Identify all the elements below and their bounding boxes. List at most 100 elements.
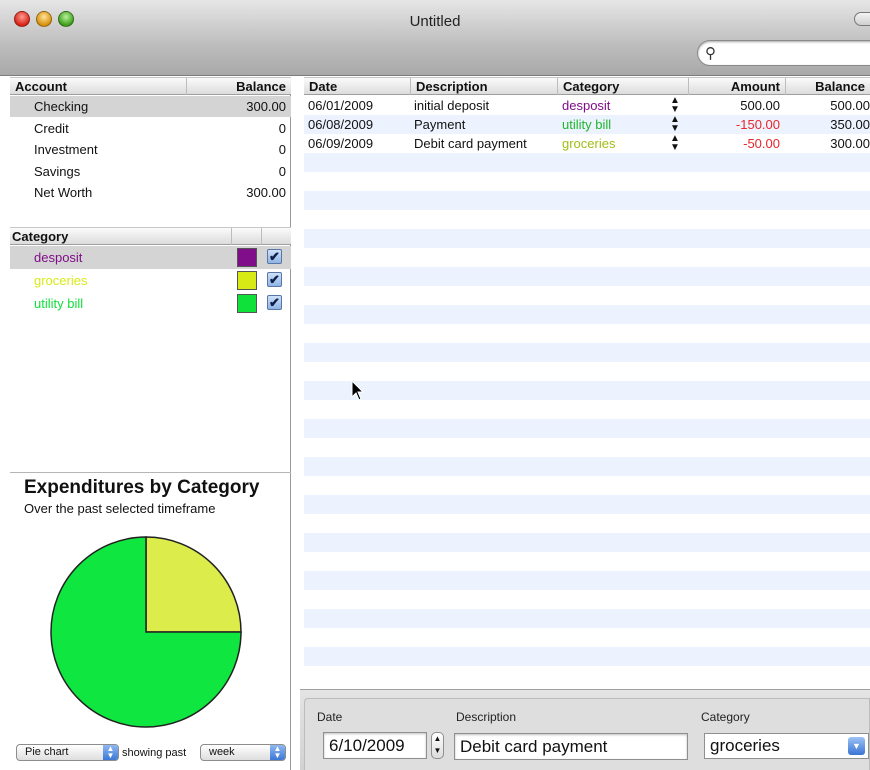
category-stepper-icon[interactable]: ▲ ▼ <box>670 134 680 153</box>
date-column-header[interactable]: Date <box>304 78 411 95</box>
row-balance: 300.00 <box>830 136 870 151</box>
showing-past-label: showing past <box>122 747 187 759</box>
balance-column-header[interactable]: Balance <box>187 78 291 95</box>
ledger-header: Date Description Category Amount Balance <box>304 77 870 95</box>
category-visible-checkbox[interactable]: ✔ <box>267 295 282 310</box>
row-description: initial deposit <box>414 98 490 113</box>
table-row-background <box>304 248 870 267</box>
table-row-background <box>304 191 870 210</box>
category-visible-checkbox[interactable]: ✔ <box>267 249 282 264</box>
window-titlebar: Untitled ⚲ <box>0 0 870 76</box>
toolbar-toggle-button[interactable] <box>854 12 870 26</box>
row-date: 06/09/2009 <box>308 136 374 151</box>
table-row-background <box>304 457 870 476</box>
row-description: Payment <box>414 117 466 132</box>
period-popup[interactable]: week ▲ ▼ <box>200 744 286 761</box>
account-balance: 300.00 <box>246 185 286 200</box>
account-name: Net Worth <box>34 185 93 200</box>
account-table-header: Account Balance <box>10 77 291 95</box>
search-icon: ⚲ <box>705 45 716 62</box>
category-row-desposit[interactable]: desposit ✔ <box>10 246 291 269</box>
account-balance: 0 <box>278 121 286 136</box>
search-field[interactable]: ⚲ <box>697 40 870 66</box>
chart-divider <box>10 472 291 473</box>
category-select[interactable]: groceries ▼ <box>704 733 869 759</box>
table-row-background <box>304 229 870 248</box>
account-balance: 0 <box>278 164 286 179</box>
category-name: groceries <box>34 273 88 288</box>
table-row-background <box>304 305 870 324</box>
new-transaction-bar: Date 6/10/2009 ▲ ▼ Description Debit card… <box>300 689 870 770</box>
account-row-investment[interactable]: Investment 0 <box>10 139 291 160</box>
category-color-swatch[interactable] <box>237 271 257 290</box>
description-column-header[interactable]: Description <box>411 78 558 95</box>
description-field[interactable]: Debit card payment <box>454 733 688 760</box>
ledger-row[interactable]: 06/08/2009 Payment utility bill ▲ ▼ -150.… <box>304 115 870 134</box>
table-row-background <box>304 590 870 609</box>
ledger-rows-area[interactable] <box>304 96 870 686</box>
account-name: Savings <box>34 164 81 179</box>
category-row-groceries[interactable]: groceries ✔ <box>10 269 291 292</box>
account-row-savings[interactable]: Savings 0 <box>10 161 291 182</box>
account-column-header[interactable]: Account <box>10 78 187 95</box>
expenditure-pie-chart <box>46 532 246 732</box>
chart-type-popup[interactable]: Pie chart ▲ ▼ <box>16 744 119 761</box>
ledger-table: Date Description Category Amount Balance… <box>300 77 870 770</box>
pie-slice-groceries <box>145 536 242 633</box>
account-name: Investment <box>34 142 98 157</box>
table-row-background <box>304 362 870 381</box>
period-label: week <box>209 746 235 758</box>
category-label: Category <box>701 710 750 724</box>
date-label: Date <box>317 710 343 724</box>
row-amount: -50.00 <box>743 136 780 151</box>
color-column-header[interactable] <box>232 228 262 245</box>
account-row-credit[interactable]: Credit 0 <box>10 118 291 139</box>
search-input[interactable] <box>724 44 870 62</box>
chart-type-label: Pie chart <box>25 746 69 758</box>
popup-arrows-icon: ▲ ▼ <box>270 745 285 760</box>
balance-column-header[interactable]: Balance <box>786 78 870 95</box>
category-table-header: Category <box>10 227 291 245</box>
category-visible-checkbox[interactable]: ✔ <box>267 272 282 287</box>
chart-title: Expenditures by Category <box>24 477 260 498</box>
category-column-header[interactable]: Category <box>558 78 689 95</box>
amount-column-header[interactable]: Amount <box>689 78 786 95</box>
chart-controls: Pie chart ▲ ▼ showing past week ▲ ▼ <box>10 744 291 770</box>
table-row-background <box>304 647 870 666</box>
row-description: Debit card payment <box>414 136 527 151</box>
description-label: Description <box>456 710 517 724</box>
table-row-background <box>304 666 870 685</box>
table-row-background <box>304 267 870 286</box>
sidebar: Account Balance Checking 300.00 Credit 0… <box>10 77 291 770</box>
ledger-row[interactable]: 06/01/2009 initial deposit desposit ▲ ▼ 5… <box>304 96 870 115</box>
date-field[interactable]: 6/10/2009 <box>323 732 427 759</box>
row-category: desposit <box>562 98 611 113</box>
table-row-background <box>304 419 870 438</box>
category-color-swatch[interactable] <box>237 294 257 313</box>
category-stepper-icon[interactable]: ▲ ▼ <box>670 115 680 134</box>
category-stepper-icon[interactable]: ▲ ▼ <box>670 96 680 115</box>
window-title: Untitled <box>409 13 461 30</box>
date-stepper[interactable]: ▲ ▼ <box>431 732 444 759</box>
category-color-swatch[interactable] <box>237 248 257 267</box>
category-select-value: groceries <box>710 736 780 755</box>
category-row-utility-bill[interactable]: utility bill ✔ <box>10 292 291 315</box>
row-date: 06/08/2009 <box>308 117 374 132</box>
table-row-background <box>304 286 870 305</box>
account-row-checking[interactable]: Checking 300.00 <box>10 96 291 117</box>
row-category: groceries <box>562 136 616 151</box>
account-row-net-worth[interactable]: Net Worth 300.00 <box>10 182 291 203</box>
table-row-background <box>304 514 870 533</box>
category-column-header[interactable]: Category <box>10 228 232 245</box>
ledger-row[interactable]: 06/09/2009 Debit card payment groceries … <box>304 134 870 153</box>
table-row-background <box>304 400 870 419</box>
table-row-background <box>304 476 870 495</box>
row-amount: 500.00 <box>740 98 780 113</box>
table-row-background <box>304 533 870 552</box>
table-row-background <box>304 381 870 400</box>
category-name: utility bill <box>34 296 84 311</box>
table-row-background <box>304 495 870 514</box>
row-balance: 500.00 <box>830 98 870 113</box>
visible-column-header[interactable] <box>262 228 291 245</box>
table-row-background <box>304 609 870 628</box>
